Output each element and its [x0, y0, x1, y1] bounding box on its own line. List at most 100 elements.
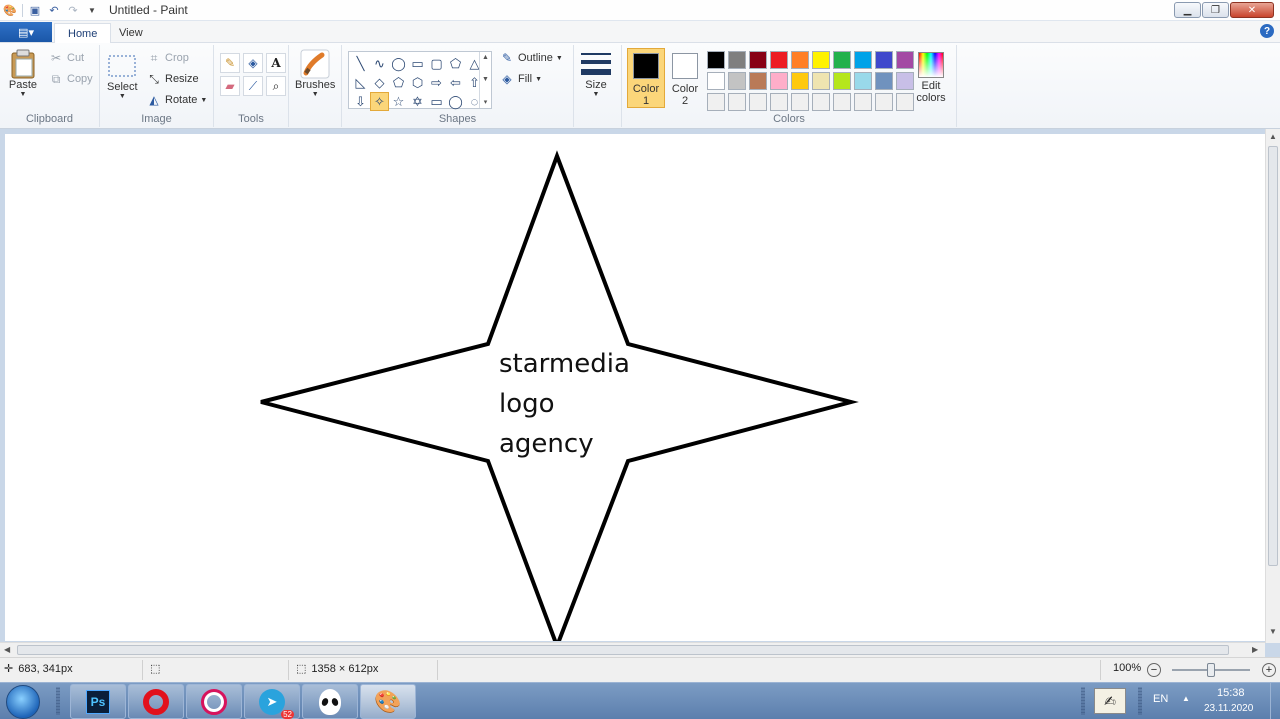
zoom-slider-thumb[interactable]	[1207, 663, 1215, 677]
tab-home[interactable]: Home	[54, 23, 112, 43]
palette-swatch[interactable]	[770, 93, 788, 111]
hexagon-shape-icon[interactable]: ⬡	[408, 73, 427, 92]
palette-swatch[interactable]	[875, 93, 893, 111]
scroll-down-arrow-icon[interactable]: ▼	[1269, 627, 1277, 636]
rounded-rectangle-shape-icon[interactable]: ▢	[427, 54, 446, 73]
palette-swatch[interactable]	[770, 51, 788, 69]
palette-swatch[interactable]	[707, 72, 725, 90]
scroll-down-icon[interactable]: ▼	[482, 76, 489, 83]
palette-swatch[interactable]	[728, 72, 746, 90]
rotate-button[interactable]: ◭ Rotate ▼	[146, 91, 207, 109]
palette-swatch[interactable]	[833, 72, 851, 90]
outline-button[interactable]: ✎ Outline ▼	[499, 49, 563, 67]
file-menu-button[interactable]: ▤ ▾	[0, 22, 52, 42]
pentagon-shape-icon[interactable]: ⬠	[389, 73, 408, 92]
edit-colors-button[interactable]: Edit colors	[916, 50, 946, 104]
palette-swatch[interactable]	[812, 72, 830, 90]
text-tool-icon[interactable]: A	[266, 53, 286, 73]
language-indicator[interactable]: EN	[1153, 693, 1168, 705]
taskbar-opera[interactable]	[128, 684, 184, 719]
taskbar-opera-gx[interactable]	[186, 684, 242, 719]
palette-swatch[interactable]	[854, 51, 872, 69]
zoom-in-icon[interactable]: +	[1262, 663, 1276, 677]
zoom-out-icon[interactable]: −	[1147, 663, 1161, 677]
palette-swatch[interactable]	[791, 51, 809, 69]
palette-swatch[interactable]	[749, 72, 767, 90]
start-button[interactable]	[6, 685, 40, 719]
resize-button[interactable]: ⤡ Resize	[146, 70, 198, 88]
copy-button[interactable]: ⧉ Copy	[48, 70, 93, 88]
help-icon[interactable]: ?	[1260, 24, 1274, 38]
palette-swatch[interactable]	[896, 72, 914, 90]
four-point-star-shape-icon[interactable]: ✧	[370, 92, 389, 111]
palette-swatch[interactable]	[749, 51, 767, 69]
palette-swatch[interactable]	[854, 72, 872, 90]
color1-selector[interactable]: Color 1	[627, 48, 665, 108]
close-button[interactable]: ✕	[1230, 2, 1274, 18]
scroll-right-arrow-icon[interactable]: ▶	[1252, 645, 1258, 654]
undo-icon[interactable]: ↶	[47, 3, 61, 17]
show-hidden-icons-icon[interactable]: ▲	[1182, 694, 1190, 703]
palette-swatch[interactable]	[770, 72, 788, 90]
expand-gallery-icon[interactable]: ▾	[484, 98, 488, 106]
palette-swatch[interactable]	[854, 93, 872, 111]
size-button[interactable]: Size ▼	[581, 49, 611, 98]
palette-swatch[interactable]	[791, 72, 809, 90]
fill-button[interactable]: ◈ Fill ▼	[499, 70, 542, 88]
palette-swatch[interactable]	[812, 51, 830, 69]
minimize-button[interactable]: ▁	[1174, 2, 1201, 18]
palette-swatch[interactable]	[728, 93, 746, 111]
taskbar-alien-app[interactable]	[302, 684, 358, 719]
pencil-icon[interactable]: ✎	[220, 53, 240, 73]
palette-swatch[interactable]	[896, 51, 914, 69]
paste-dropdown-icon[interactable]: ▼	[20, 91, 27, 98]
six-point-star-shape-icon[interactable]: ✡	[408, 92, 427, 111]
clock-time[interactable]: 15:38	[1217, 687, 1245, 699]
palette-swatch[interactable]	[749, 93, 767, 111]
palette-swatch[interactable]	[875, 51, 893, 69]
line-shape-icon[interactable]: ╲	[351, 54, 370, 73]
palette-swatch[interactable]	[728, 51, 746, 69]
fill-bucket-icon[interactable]: ◈	[243, 53, 263, 73]
show-desktop-button[interactable]	[1270, 683, 1280, 719]
polygon-shape-icon[interactable]: ⬠	[446, 54, 465, 73]
right-arrow-shape-icon[interactable]: ⇨	[427, 73, 446, 92]
customize-qat-icon[interactable]: ▼	[85, 3, 99, 17]
select-dropdown-icon[interactable]: ▼	[119, 93, 126, 100]
right-triangle-shape-icon[interactable]: ◺	[351, 73, 370, 92]
pen-input-icon[interactable]: ✍	[1094, 688, 1126, 714]
curve-shape-icon[interactable]: ∿	[370, 54, 389, 73]
rounded-callout-shape-icon[interactable]: ▭	[427, 92, 446, 111]
palette-swatch[interactable]	[896, 93, 914, 111]
drawing-canvas[interactable]: starmedia logo agency	[5, 134, 1265, 641]
palette-swatch[interactable]	[875, 72, 893, 90]
oval-callout-shape-icon[interactable]: ◯	[446, 92, 465, 111]
palette-swatch[interactable]	[833, 51, 851, 69]
scroll-up-icon[interactable]: ▲	[482, 54, 489, 61]
save-icon[interactable]: ▣	[28, 3, 42, 17]
color-picker-icon[interactable]: ⟋	[243, 76, 263, 96]
brushes-button[interactable]: Brushes ▼	[295, 49, 335, 98]
diamond-shape-icon[interactable]: ◇	[370, 73, 389, 92]
paint-app-icon[interactable]: 🎨	[3, 3, 17, 17]
clock-date[interactable]: 23.11.2020	[1204, 703, 1253, 714]
palette-swatch[interactable]	[812, 93, 830, 111]
taskbar-photoshop[interactable]: Ps	[70, 684, 126, 719]
redo-icon[interactable]: ↷	[66, 3, 80, 17]
five-point-star-shape-icon[interactable]: ☆	[389, 92, 408, 111]
vertical-scrollbar[interactable]: ▲ ▼	[1265, 129, 1280, 643]
oval-shape-icon[interactable]: ◯	[389, 54, 408, 73]
crop-button[interactable]: ⌗ Crop	[146, 49, 189, 67]
down-arrow-shape-icon[interactable]: ⇩	[351, 92, 370, 111]
maximize-button[interactable]: ❐	[1202, 2, 1229, 18]
horizontal-scroll-thumb[interactable]	[17, 645, 1229, 655]
taskbar-paint[interactable]: 🎨	[360, 684, 416, 719]
magnifier-icon[interactable]: ⌕	[266, 76, 286, 96]
palette-swatch[interactable]	[833, 93, 851, 111]
tab-view[interactable]: View	[106, 23, 156, 43]
scroll-left-arrow-icon[interactable]: ◀	[4, 645, 10, 654]
rectangle-shape-icon[interactable]: ▭	[408, 54, 427, 73]
palette-swatch[interactable]	[791, 93, 809, 111]
palette-swatch[interactable]	[707, 51, 725, 69]
horizontal-scrollbar[interactable]: ◀ ▶	[0, 642, 1265, 657]
